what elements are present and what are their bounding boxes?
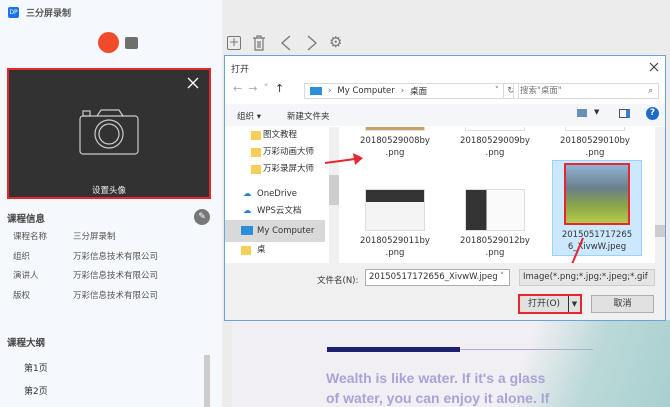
file-item[interactable]: 20180529011by .png bbox=[350, 189, 440, 259]
cloud-icon: ☁ bbox=[243, 189, 252, 199]
nav-item[interactable]: 万彩动画大师 bbox=[225, 144, 329, 161]
info-row: 演讲人 万彩信息技术有限公司 bbox=[0, 267, 220, 287]
annotation-arrow bbox=[325, 153, 363, 165]
nav-item-my-computer[interactable]: My Computer bbox=[225, 220, 325, 242]
info-label: 演讲人 bbox=[13, 271, 39, 281]
file-item[interactable]: 20180529012by .png bbox=[450, 189, 540, 259]
address-bar[interactable]: › My Computer › 桌面 ˅ bbox=[304, 83, 504, 99]
computer-icon bbox=[241, 226, 253, 235]
nav-item[interactable]: 万彩录屏大师 bbox=[225, 161, 329, 178]
file-scrollbar[interactable] bbox=[655, 127, 665, 263]
view-dropdown-icon[interactable]: ▼ bbox=[594, 108, 599, 116]
dropdown-arrow-icon[interactable]: ▼ bbox=[568, 296, 580, 312]
filename-input[interactable]: 20150517172656_XivwW.jpeg ˅ bbox=[365, 269, 510, 286]
info-label: 组织 bbox=[13, 251, 31, 262]
help-icon[interactable]: ? bbox=[646, 107, 659, 120]
settings-icon[interactable]: ⚙ bbox=[329, 33, 342, 51]
info-value: 万彩信息技术有限公司 bbox=[73, 271, 159, 281]
avatar-area[interactable]: 设置头像 bbox=[7, 68, 211, 199]
search-input[interactable]: 搜索"桌面" ⌕ bbox=[513, 83, 659, 99]
camera-icon bbox=[79, 109, 139, 155]
dialog-close-icon[interactable] bbox=[649, 62, 659, 72]
info-row: 课程名称 三分屏录制 bbox=[0, 228, 220, 248]
nav-pane: 图文教程 万彩动画大师 万彩录屏大师 ☁ OneDrive ☁ WPS云文档 My … bbox=[225, 127, 329, 263]
dialog-footer: 文件名(N): 20150517172656_XivwW.jpeg ˅ Image… bbox=[225, 263, 665, 320]
organize-button[interactable]: 组织 ▾ bbox=[237, 110, 261, 122]
slide-bar bbox=[327, 347, 460, 352]
slide-text-line: Wealth is like water. If it's a glass bbox=[326, 370, 546, 386]
open-file-dialog: 打开 ←→˅↑ › My Computer › 桌面 ˅ ↻ 搜索"桌面" ⌕ 组织 … bbox=[224, 55, 666, 321]
info-row: 版权 万彩信息技术有限公司 bbox=[0, 287, 220, 307]
chevron-down-icon[interactable]: ˅ bbox=[495, 86, 503, 96]
app-logo: DP bbox=[8, 7, 19, 18]
view-icon[interactable] bbox=[577, 109, 587, 117]
course-info-table: 课程名称 三分屏录制 组织 万彩信息技术有限公司 演讲人 万彩信息技术有限公司 版权万… bbox=[0, 228, 220, 306]
add-icon[interactable]: + bbox=[227, 36, 241, 50]
outline-scrollbar[interactable] bbox=[204, 355, 210, 407]
trash-icon[interactable] bbox=[252, 35, 266, 51]
back-icon[interactable] bbox=[280, 35, 292, 51]
open-button[interactable]: 打开(O) ▼ bbox=[518, 294, 582, 314]
course-info-heading: 课程信息 bbox=[7, 214, 46, 225]
preview-pane-icon[interactable] bbox=[619, 109, 630, 118]
outline-heading: 课程大纲 bbox=[7, 338, 46, 349]
file-item[interactable]: 20180529009by .png bbox=[450, 127, 540, 159]
nav-scrollbar[interactable] bbox=[329, 127, 339, 263]
app-title: 三分屏录制 bbox=[26, 9, 72, 19]
search-icon: ⌕ bbox=[648, 86, 653, 96]
file-item[interactable]: 20180529010by .png bbox=[550, 127, 640, 159]
slide-line bbox=[460, 349, 593, 350]
info-row: 组织 万彩信息技术有限公司 bbox=[0, 248, 220, 268]
new-folder-button[interactable]: 新建文件夹 bbox=[287, 110, 330, 122]
breadcrumb-item[interactable]: My Computer bbox=[337, 86, 394, 96]
outline-page[interactable]: 第1页 bbox=[24, 361, 48, 374]
nav-item-wps[interactable]: ☁ WPS云文档 bbox=[225, 203, 329, 220]
close-icon[interactable] bbox=[186, 76, 200, 90]
cloud-icon: ☁ bbox=[243, 206, 252, 216]
dialog-title: 打开 bbox=[231, 65, 250, 75]
nav-arrows[interactable]: ←→˅↑ bbox=[233, 82, 290, 95]
set-avatar-label: 设置头像 bbox=[91, 186, 126, 196]
nav-item-onedrive[interactable]: ☁ OneDrive bbox=[225, 186, 329, 203]
computer-icon bbox=[310, 87, 322, 95]
slide-text-line: of water, you can enjoy it alone. If bbox=[326, 390, 550, 406]
dialog-toolbar: 组织 ▾ 新建文件夹 ▼ ? bbox=[225, 104, 665, 126]
breadcrumb-item[interactable]: 桌面 bbox=[410, 85, 427, 97]
info-label: 版权 bbox=[13, 290, 31, 301]
info-value: 万彩信息技术有限公司 bbox=[73, 251, 159, 262]
filetype-select[interactable]: Image(*.png;*.jpg;*.jpeg;*.gif bbox=[519, 269, 655, 286]
filename-label: 文件名(N): bbox=[317, 276, 359, 286]
nav-item[interactable]: 图文教程 bbox=[225, 127, 329, 144]
cancel-button[interactable]: 取消 bbox=[591, 295, 654, 313]
info-label: 课程名称 bbox=[13, 232, 48, 242]
nav-item[interactable]: 桌 bbox=[225, 242, 329, 259]
search-placeholder: 搜索"桌面" bbox=[520, 86, 562, 96]
left-panel: DP 三分屏录制 设置头像 课程信息 ✎ 课程名称 三分屏录制 组织 万彩信息技术有… bbox=[0, 0, 222, 407]
info-value: 万彩信息技术有限公司 bbox=[73, 290, 159, 301]
record-button[interactable] bbox=[98, 32, 119, 53]
forward-icon[interactable] bbox=[306, 35, 318, 51]
info-value: 三分屏录制 bbox=[73, 232, 116, 242]
stop-button[interactable] bbox=[125, 37, 138, 49]
outline-page[interactable]: 第2页 bbox=[24, 384, 48, 397]
file-list: 20180529008by .png 20180529009by .png 2018… bbox=[340, 127, 656, 263]
edit-icon[interactable]: ✎ bbox=[194, 209, 210, 225]
